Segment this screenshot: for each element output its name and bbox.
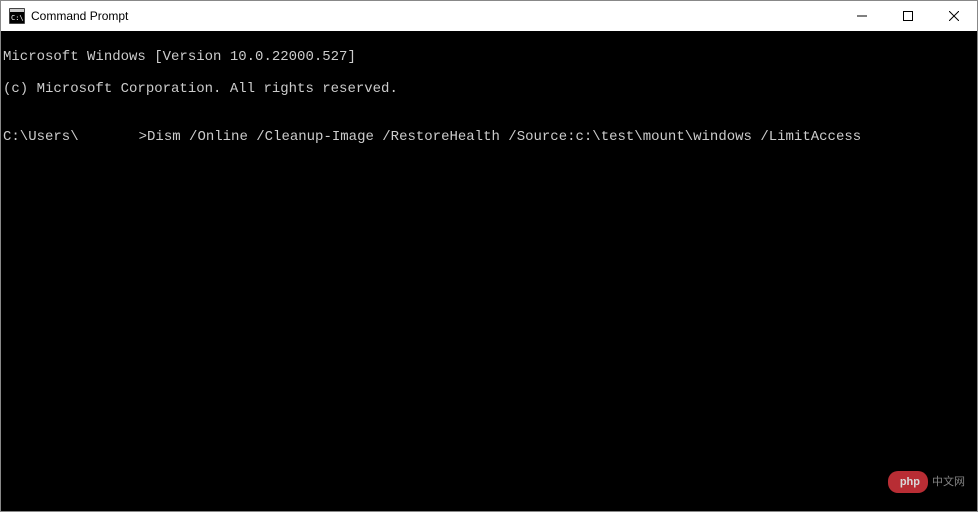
watermark: php 中文网 <box>888 471 965 493</box>
prompt-prefix: C:\Users\ <box>3 129 79 145</box>
terminal-output-line: (c) Microsoft Corporation. All rights re… <box>3 81 975 97</box>
svg-text:C:\: C:\ <box>11 14 24 22</box>
watermark-badge: php <box>888 471 928 493</box>
command-input: Dism /Online /Cleanup-Image /RestoreHeal… <box>147 129 861 145</box>
close-button[interactable] <box>931 1 977 31</box>
command-prompt-icon: C:\ <box>9 8 25 24</box>
maximize-button[interactable] <box>885 1 931 31</box>
terminal-prompt-line: C:\Users\ >Dism /Online /Cleanup-Image /… <box>3 129 975 145</box>
command-prompt-window: C:\ Command Prompt Microsoft Windows [Ve… <box>0 0 978 512</box>
window-title: Command Prompt <box>31 9 839 23</box>
titlebar[interactable]: C:\ Command Prompt <box>1 1 977 31</box>
prompt-suffix: > <box>139 129 147 145</box>
redacted-username <box>79 129 139 145</box>
terminal-area[interactable]: Microsoft Windows [Version 10.0.22000.52… <box>1 31 977 511</box>
terminal-output-line: Microsoft Windows [Version 10.0.22000.52… <box>3 49 975 65</box>
minimize-button[interactable] <box>839 1 885 31</box>
watermark-text: 中文网 <box>932 474 965 490</box>
window-controls <box>839 1 977 31</box>
